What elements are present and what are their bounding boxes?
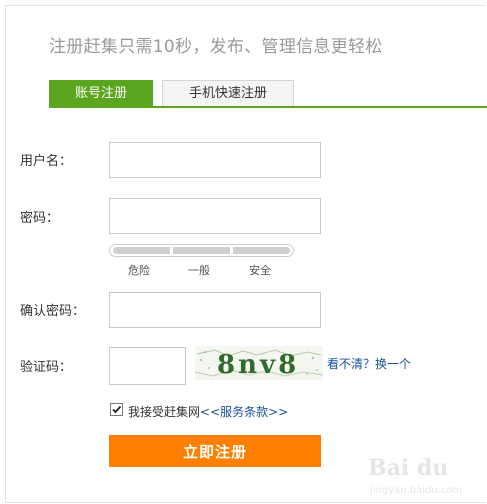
captcha-input[interactable] — [109, 347, 186, 385]
checkmark-icon — [112, 405, 122, 414]
captcha-image[interactable]: 8nv8 — [195, 346, 323, 380]
password-input[interactable] — [109, 198, 321, 234]
password-label: 密码： — [20, 211, 60, 226]
agree-terms-row: 我接受赶集网<<服务条款>> — [128, 403, 288, 420]
baidu-jingyan-watermark: Bai du jingyan.baidu.com — [360, 455, 480, 501]
page-headline: 注册赶集只需10秒，发布、管理信息更轻松 — [49, 37, 383, 57]
tab-bar: 账号注册 手机快速注册 — [49, 80, 487, 108]
tab-account-register[interactable]: 账号注册 — [49, 80, 153, 108]
tab-phone-register[interactable]: 手机快速注册 — [162, 80, 294, 106]
agree-terms-text: 我接受赶集网 — [128, 405, 201, 419]
strength-label-medium: 一般 — [188, 264, 210, 277]
strength-label-weak: 危险 — [128, 264, 150, 277]
username-input[interactable] — [109, 142, 321, 178]
watermark-logo: Bai du — [368, 455, 449, 481]
strength-label-strong: 安全 — [249, 264, 271, 277]
username-label: 用户名： — [20, 154, 73, 169]
captcha-label: 验证码： — [20, 360, 73, 375]
captcha-refresh-link[interactable]: 看不清？换一个 — [327, 355, 411, 372]
strength-segment-weak — [113, 247, 170, 254]
password-strength-meter — [109, 244, 294, 257]
strength-segment-strong — [233, 247, 290, 254]
confirm-password-input[interactable] — [109, 292, 321, 328]
strength-segment-medium — [173, 247, 230, 254]
captcha-text: 8nv8 — [217, 350, 299, 380]
terms-of-service-link[interactable]: <<服务条款>> — [200, 405, 288, 419]
agree-terms-checkbox[interactable] — [110, 403, 123, 416]
confirm-password-label: 确认密码： — [20, 304, 86, 319]
register-submit-button[interactable]: 立即注册 — [109, 435, 321, 467]
watermark-subtext: jingyan.baidu.com — [370, 485, 463, 496]
